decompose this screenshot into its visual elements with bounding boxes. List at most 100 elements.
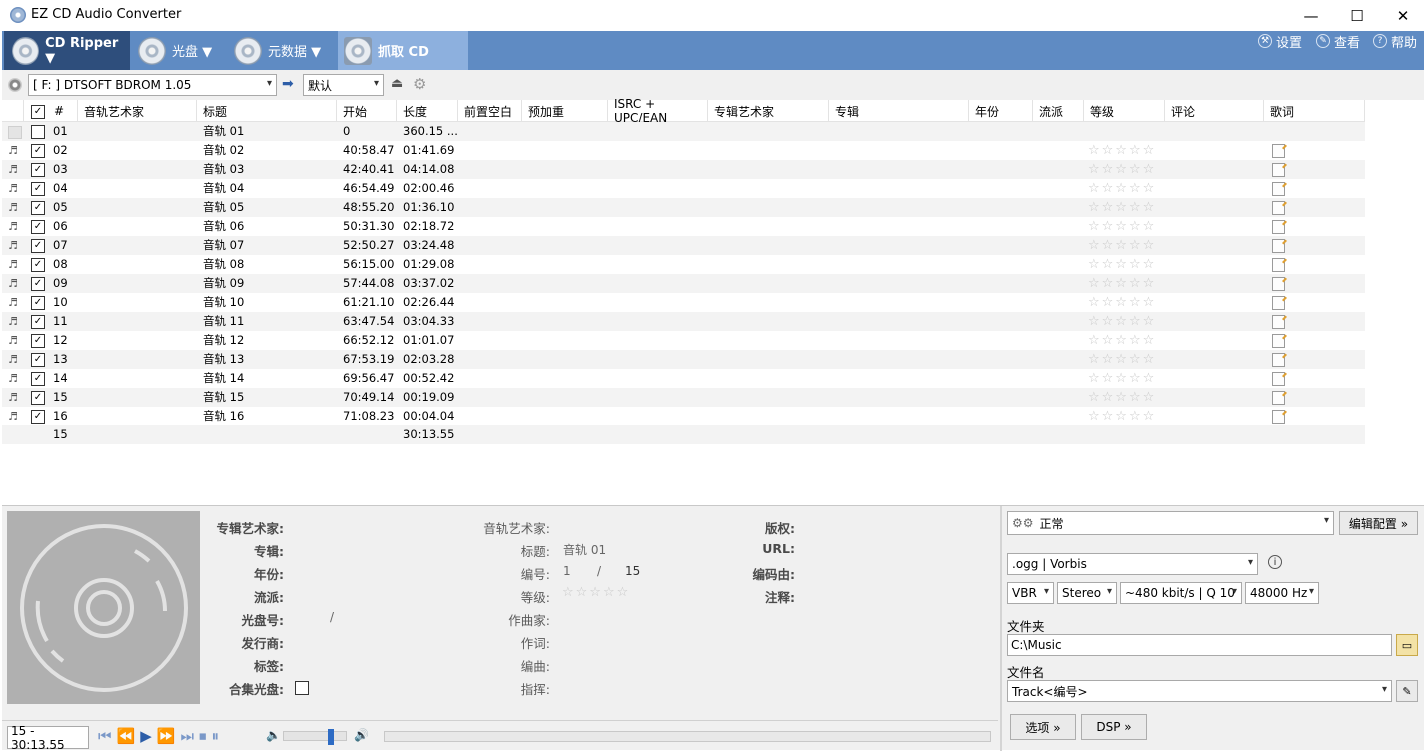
lyrics-edit-icon[interactable]	[1272, 163, 1285, 177]
table-row[interactable]: ♬ ✓ 08 音轨 08 56:15.00 01:29.08 ☆☆☆☆☆	[2, 255, 1365, 274]
col-pre-emphasis[interactable]: 预加重	[522, 100, 608, 122]
col-year[interactable]: 年份	[969, 100, 1033, 122]
track-checkbox[interactable]: ✓	[31, 258, 45, 272]
seek-bar[interactable]	[384, 731, 991, 742]
track-rating-stars[interactable]: ☆☆☆☆☆	[1088, 388, 1156, 407]
skip-first-icon[interactable]: ⏮	[98, 727, 117, 745]
track-checkbox[interactable]: ✓	[31, 163, 45, 177]
gear-icon[interactable]: ⚙	[413, 75, 426, 93]
table-row[interactable]: ♬ ✓ 11 音轨 11 63:47.54 03:04.33 ☆☆☆☆☆	[2, 312, 1365, 331]
track-title[interactable]: 音轨 10	[203, 293, 244, 312]
col-album-artist[interactable]: 专辑艺术家	[708, 100, 829, 122]
track-checkbox[interactable]: ✓	[31, 353, 45, 367]
track-rating-stars[interactable]: ☆☆☆☆☆	[1088, 369, 1156, 388]
track-title[interactable]: 音轨 14	[203, 369, 244, 388]
col-start[interactable]: 开始	[337, 100, 397, 122]
table-row[interactable]: ♬ ✓ 09 音轨 09 57:44.08 03:37.02 ☆☆☆☆☆	[2, 274, 1365, 293]
sample-rate-select[interactable]: 48000 Hz ▾	[1245, 582, 1319, 604]
table-row[interactable]: ♬ ✓ 04 音轨 04 46:54.49 02:00.46 ☆☆☆☆☆	[2, 179, 1365, 198]
fast-forward-icon[interactable]: ⏩	[157, 727, 181, 745]
track-title[interactable]: 音轨 13	[203, 350, 244, 369]
play-icon[interactable]: ▶	[140, 727, 157, 745]
track-rating-stars[interactable]: ☆☆☆☆☆	[1088, 198, 1156, 217]
track-title[interactable]: 音轨 11	[203, 312, 244, 331]
album-cover[interactable]	[7, 511, 200, 704]
dsp-button[interactable]: DSP »	[1081, 714, 1147, 740]
folder-browse-icon[interactable]: ▭	[1396, 634, 1418, 656]
lyrics-edit-icon[interactable]	[1272, 220, 1285, 234]
disc-menu-button[interactable]: 光盘 ▼	[138, 31, 212, 70]
track-title[interactable]: 音轨 07	[203, 236, 244, 255]
col-number[interactable]: #	[48, 100, 78, 122]
track-title[interactable]: 音轨 08	[203, 255, 244, 274]
skip-last-icon[interactable]: ⏭	[180, 727, 199, 745]
col-lyrics[interactable]: 歌词	[1264, 100, 1365, 122]
help-button[interactable]: ? 帮助	[1373, 31, 1417, 51]
lyrics-edit-icon[interactable]	[1272, 334, 1285, 348]
table-row[interactable]: ♬ ✓ 14 音轨 14 69:56.47 00:52.42 ☆☆☆☆☆	[2, 369, 1365, 388]
table-row[interactable]: ♬ ✓ 06 音轨 06 50:31.30 02:18.72 ☆☆☆☆☆	[2, 217, 1365, 236]
col-isrc[interactable]: ISRC + UPC/EAN	[608, 97, 708, 125]
lyrics-edit-icon[interactable]	[1272, 391, 1285, 405]
track-checkbox[interactable]: ✓	[31, 296, 45, 310]
col-rating[interactable]: 等级	[1084, 100, 1165, 122]
lyrics-edit-icon[interactable]	[1272, 372, 1285, 386]
close-button[interactable]: ✕	[1380, 0, 1426, 31]
table-row[interactable]: ♬ ✓ 05 音轨 05 48:55.20 01:36.10 ☆☆☆☆☆	[2, 198, 1365, 217]
track-checkbox[interactable]: ✓	[31, 410, 45, 424]
track-title-value[interactable]: 音轨 01	[563, 541, 606, 558]
track-checkbox[interactable]: ✓	[31, 239, 45, 253]
grab-cd-button[interactable]: 抓取 CD	[338, 31, 468, 70]
lyrics-edit-icon[interactable]	[1272, 410, 1285, 424]
track-rating-stars[interactable]: ☆☆☆☆☆	[1088, 179, 1156, 198]
lyrics-edit-icon[interactable]	[1272, 239, 1285, 253]
metadata-menu-button[interactable]: 元数据 ▼	[234, 31, 321, 70]
track-rating-stars[interactable]: ☆☆☆☆☆	[1088, 407, 1156, 426]
quality-select[interactable]: ~480 kbit/s | Q 10 ▾	[1120, 582, 1242, 604]
lyrics-edit-icon[interactable]	[1272, 296, 1285, 310]
mode-select[interactable]: VBR ▾	[1007, 582, 1054, 604]
table-row[interactable]: ♬ ✓ 12 音轨 12 66:52.12 01:01.07 ☆☆☆☆☆	[2, 331, 1365, 350]
track-checkbox[interactable]: ✓	[31, 315, 45, 329]
volume-slider[interactable]	[283, 729, 347, 745]
format-select[interactable]: .ogg | Vorbis ▾	[1007, 553, 1258, 575]
cd-ripper-button[interactable]: CD Ripper ▼	[4, 31, 130, 70]
track-title[interactable]: 音轨 09	[203, 274, 244, 293]
track-checkbox[interactable]: ✓	[31, 144, 45, 158]
track-total-value[interactable]: 15	[625, 564, 640, 578]
eject-icon[interactable]: ⏏	[391, 76, 403, 91]
volume-thumb[interactable]	[328, 729, 334, 745]
track-checkbox[interactable]: ✓	[31, 391, 45, 405]
track-rating-stars[interactable]: ☆☆☆☆☆	[1088, 217, 1156, 236]
table-row[interactable]: ♬ ✓ 02 音轨 02 40:58.47 01:41.69 ☆☆☆☆☆	[2, 141, 1365, 160]
table-row[interactable]: ♬ ✓ 03 音轨 03 42:40.41 04:14.08 ☆☆☆☆☆	[2, 160, 1365, 179]
preset-select[interactable]: ⚙⚙ 正常 ▾	[1007, 511, 1334, 535]
track-checkbox[interactable]: ✓	[31, 334, 45, 348]
track-checkbox[interactable]: ✓	[31, 220, 45, 234]
track-title[interactable]: 音轨 01	[203, 122, 244, 141]
lyrics-edit-icon[interactable]	[1272, 277, 1285, 291]
table-row[interactable]: 01 音轨 01 0 360.15 ...	[2, 122, 1365, 141]
track-title[interactable]: 音轨 02	[203, 141, 244, 160]
info-icon[interactable]: i	[1268, 555, 1282, 569]
track-title[interactable]: 音轨 06	[203, 217, 244, 236]
track-rating-stars[interactable]: ☆☆☆☆☆	[1088, 350, 1156, 369]
profile-select[interactable]: 默认 ▾	[303, 74, 384, 96]
lyrics-edit-icon[interactable]	[1272, 353, 1285, 367]
track-checkbox[interactable]: ✓	[31, 201, 45, 215]
track-number-value[interactable]: 1	[563, 564, 571, 578]
table-row[interactable]: ♬ ✓ 13 音轨 13 67:53.19 02:03.28 ☆☆☆☆☆	[2, 350, 1365, 369]
minimize-button[interactable]: —	[1288, 0, 1334, 31]
col-length[interactable]: 长度	[397, 100, 458, 122]
track-rating-stars[interactable]: ☆☆☆☆☆	[1088, 331, 1156, 350]
track-rating-stars[interactable]: ☆☆☆☆☆	[1088, 236, 1156, 255]
drive-select[interactable]: [ F: ] DTSOFT BDROM 1.05 ▾	[28, 74, 277, 96]
lyrics-edit-icon[interactable]	[1272, 315, 1285, 329]
track-checkbox[interactable]: ✓	[31, 277, 45, 291]
lyrics-edit-icon[interactable]	[1272, 182, 1285, 196]
compilation-checkbox[interactable]	[295, 681, 309, 695]
col-title[interactable]: 标题	[197, 100, 337, 122]
view-button[interactable]: ✎ 查看	[1316, 31, 1360, 51]
track-title[interactable]: 音轨 15	[203, 388, 244, 407]
col-genre[interactable]: 流派	[1033, 100, 1084, 122]
